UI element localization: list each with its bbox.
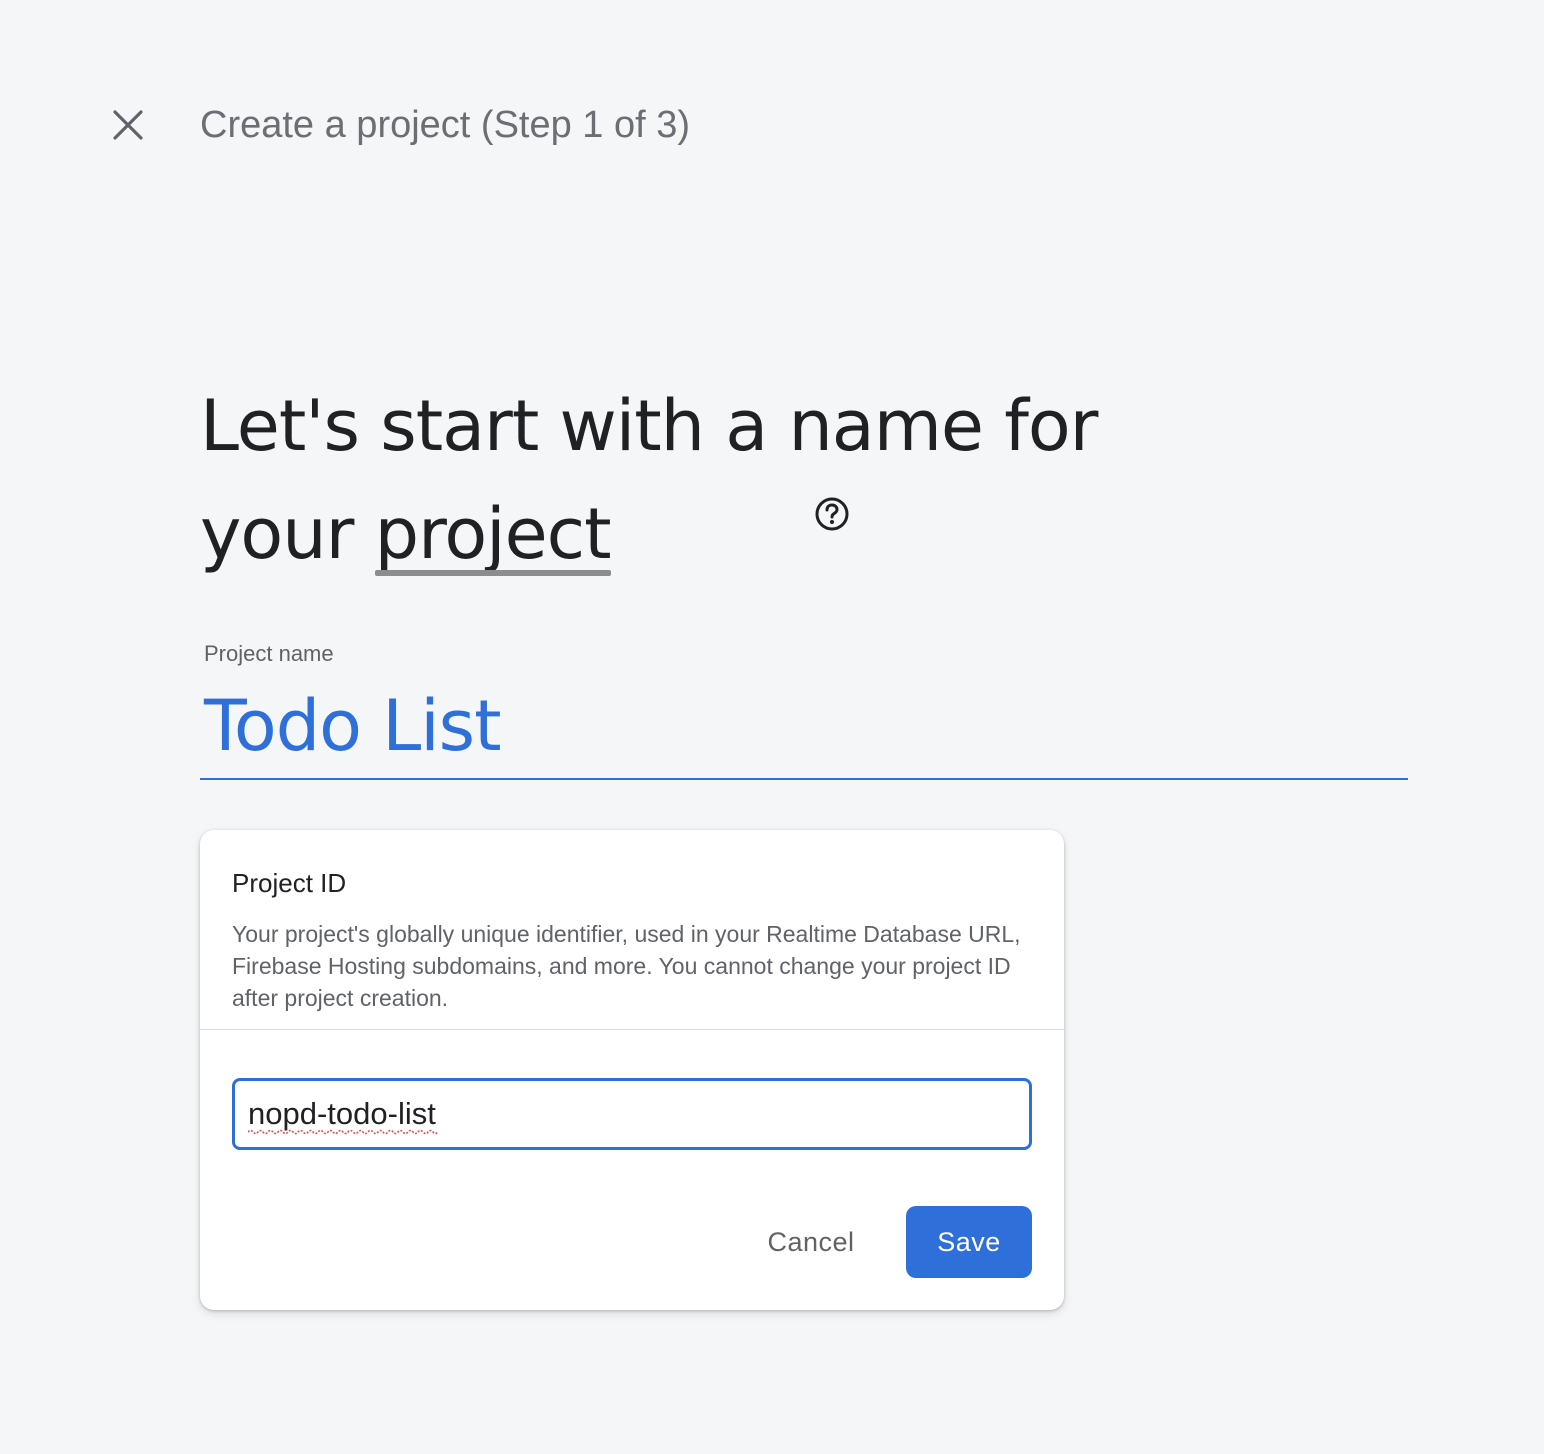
cancel-button[interactable]: Cancel — [748, 1206, 874, 1278]
card-title: Project ID — [232, 868, 347, 898]
card-header: Project ID Your project's globally uniqu… — [200, 830, 1064, 1030]
close-icon — [113, 110, 143, 140]
save-button[interactable]: Save — [906, 1206, 1032, 1278]
headline-text: Let's start with a name for your — [200, 385, 1098, 575]
close-button[interactable] — [104, 101, 152, 149]
headline-term: project — [374, 493, 612, 575]
project-name-field[interactable]: Todo List — [200, 676, 1408, 780]
project-term-link[interactable]: project — [374, 480, 612, 588]
card-description: Your project's globally unique identifie… — [232, 921, 1021, 1011]
term-underline — [374, 570, 611, 576]
project-id-card: Project ID Your project's globally uniqu… — [200, 830, 1064, 1310]
project-id-input[interactable] — [235, 1081, 1029, 1147]
headline: Let's start with a name for your project — [200, 372, 1160, 588]
project-id-input-wrapper[interactable] — [232, 1078, 1032, 1150]
help-circle-icon[interactable] — [814, 496, 850, 532]
page-title: Create a project (Step 1 of 3) — [200, 104, 691, 146]
project-name-value[interactable]: Todo List — [204, 680, 502, 772]
project-name-label: Project name — [204, 641, 334, 666]
